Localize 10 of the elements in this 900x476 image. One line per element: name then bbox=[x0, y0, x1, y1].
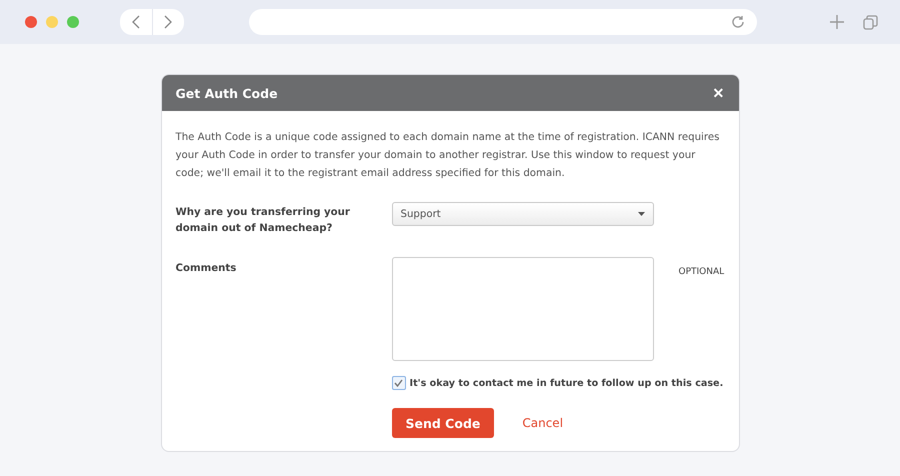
reason-select[interactable]: Support bbox=[392, 202, 654, 226]
contact-label: It's okay to contact me in future to follow up on this case. bbox=[410, 378, 724, 388]
comments-label: Comments bbox=[176, 262, 238, 276]
dialog-title: Get Auth Code bbox=[176, 86, 278, 100]
intro-text: The Auth Code is a unique code assigned to each domain name at the time of registration. ICANN requires your Auth Code in order to transfer your domain to another registrar. Use this window to request your code; we'll email it to the registrant email address specified for this domain. bbox=[176, 131, 720, 181]
cancel-link[interactable]: Cancel bbox=[522, 416, 564, 430]
send-code-button[interactable]: Send Code bbox=[392, 408, 494, 438]
optional-hint: OPTIONAL bbox=[678, 266, 724, 277]
close-button[interactable]: ✕ bbox=[712, 85, 724, 101]
reason-label: Why are you transferring your domain out of Namecheap? bbox=[176, 206, 351, 236]
